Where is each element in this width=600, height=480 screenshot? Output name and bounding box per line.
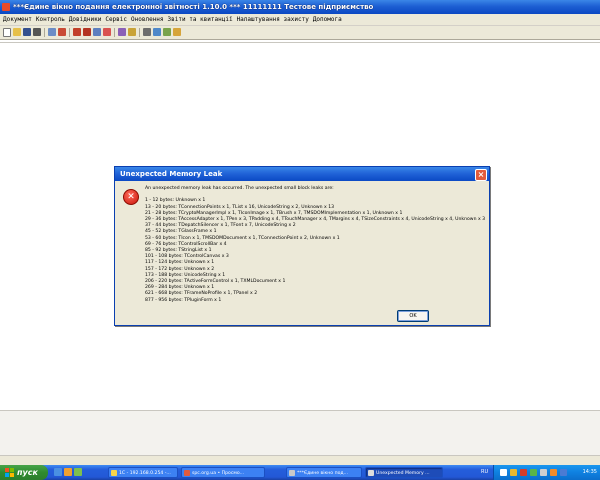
- toolbar-separator: [114, 28, 115, 37]
- error-icon: ✕: [123, 189, 139, 205]
- tray-messenger-icon[interactable]: [560, 469, 567, 476]
- save-icon[interactable]: [23, 28, 31, 36]
- sign-icon[interactable]: [73, 28, 81, 36]
- ok-button[interactable]: OK: [397, 310, 429, 322]
- menu-document[interactable]: Документ: [0, 14, 33, 25]
- close-icon[interactable]: ×: [475, 169, 487, 181]
- task-1c[interactable]: 1С - 192.168.0.254 -...: [108, 467, 178, 478]
- language-indicator[interactable]: RU: [481, 465, 488, 480]
- tray-volume-icon[interactable]: [540, 469, 547, 476]
- toolbar: [0, 26, 600, 40]
- task-label: 1С - 192.168.0.254 -...: [119, 471, 171, 476]
- preview-icon[interactable]: [48, 28, 56, 36]
- export-icon[interactable]: [163, 28, 171, 36]
- task-browser[interactable]: spc.org.ua • Просмо...: [181, 467, 265, 478]
- task-browser-icon: [184, 470, 190, 476]
- quicklaunch-ie-icon[interactable]: [54, 468, 62, 476]
- print-icon[interactable]: [33, 28, 41, 36]
- main-titlebar[interactable]: ***Єдине вікно подання електронної звітн…: [0, 0, 600, 14]
- menu-security-settings[interactable]: Налаштування захисту: [234, 14, 310, 25]
- open-icon[interactable]: [13, 28, 21, 36]
- new-doc-icon[interactable]: [3, 28, 11, 37]
- workspace-divider: [0, 42, 600, 43]
- encrypt-icon[interactable]: [83, 28, 91, 36]
- attach-icon[interactable]: [58, 28, 66, 36]
- tray-shield-icon[interactable]: [510, 469, 517, 476]
- tray-app-icon[interactable]: [550, 469, 557, 476]
- quicklaunch-explorer-icon[interactable]: [64, 468, 72, 476]
- taskbar: пуск 1С - 192.168.0.254 -... spc.org.ua …: [0, 465, 600, 480]
- start-button[interactable]: пуск: [0, 465, 48, 480]
- task-memory-leak[interactable]: Unexpected Memory ...: [365, 467, 443, 478]
- edit-icon[interactable]: [118, 28, 126, 36]
- receive-icon[interactable]: [103, 28, 111, 36]
- menu-reports[interactable]: Звіти та квитанції: [165, 14, 234, 25]
- menu-bar: Документ Контроль Довідники Сервіс Оновлення…: [0, 14, 600, 26]
- start-label: пуск: [17, 468, 38, 477]
- certificate-icon[interactable]: [143, 28, 151, 36]
- dialog-message: An unexpected memory leak has occurred. …: [145, 186, 485, 304]
- key-icon[interactable]: [128, 28, 136, 36]
- clock[interactable]: 14:35: [583, 465, 597, 480]
- menu-service[interactable]: Сервіс: [102, 14, 128, 25]
- dialog-titlebar[interactable]: Unexpected Memory Leak ×: [115, 167, 489, 181]
- task-main-window-icon: [289, 470, 295, 476]
- windows-logo-icon: [5, 468, 14, 477]
- task-label: Unexpected Memory ...: [376, 471, 430, 476]
- import-icon[interactable]: [153, 28, 161, 36]
- exit-icon[interactable]: [173, 28, 181, 36]
- system-tray: RU 14:35: [481, 465, 600, 480]
- toolbar-separator: [69, 28, 70, 37]
- menu-help[interactable]: Допомога: [310, 14, 343, 25]
- quicklaunch-desktop-icon[interactable]: [74, 468, 82, 476]
- menu-directories[interactable]: Довідники: [66, 14, 103, 25]
- toolbar-separator: [44, 28, 45, 37]
- task-memory-leak-icon: [368, 470, 374, 476]
- dialog-title: Unexpected Memory Leak: [120, 170, 223, 178]
- send-icon[interactable]: [93, 28, 101, 36]
- app-icon: [2, 3, 10, 11]
- toolbar-separator: [139, 28, 140, 37]
- task-label: spc.org.ua • Просмо...: [192, 471, 245, 476]
- memory-leak-dialog: Unexpected Memory Leak × ✕ An unexpected…: [114, 166, 490, 326]
- tray-update-icon[interactable]: [530, 469, 537, 476]
- tray-antivirus-icon[interactable]: [520, 469, 527, 476]
- task-1c-icon: [111, 470, 117, 476]
- menu-control[interactable]: Контроль: [33, 14, 66, 25]
- window-title: ***Єдине вікно подання електронної звітн…: [13, 3, 374, 11]
- menu-updates[interactable]: Оновлення: [128, 14, 165, 25]
- task-main-window[interactable]: ***Єдине вікно под...: [286, 467, 362, 478]
- leak-line: 877 - 956 bytes: TPluginForm x 1: [145, 297, 222, 303]
- task-label: ***Єдине вікно под...: [297, 471, 348, 476]
- tray-network-icon[interactable]: [500, 469, 507, 476]
